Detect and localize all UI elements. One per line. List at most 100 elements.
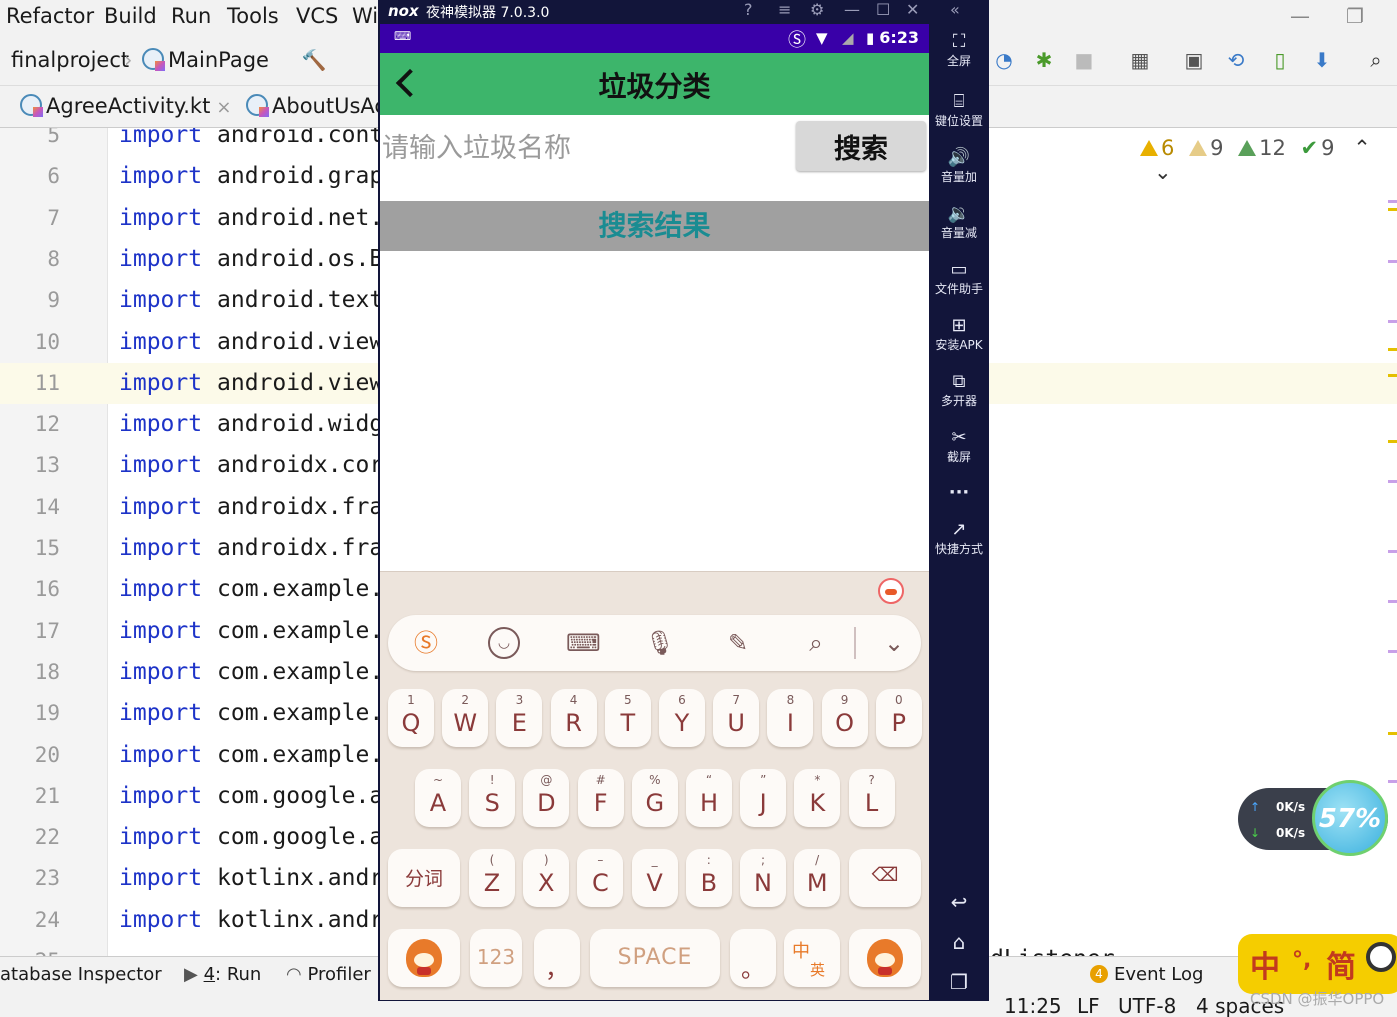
nox-sidebar-more[interactable]: ··· (929, 482, 989, 503)
sogou-logo-icon[interactable]: Ⓢ (410, 627, 442, 659)
key-w[interactable]: 2W (442, 689, 489, 747)
key-y[interactable]: 6Y (659, 689, 705, 747)
profiler-tab[interactable]: ◠ Profiler (286, 964, 371, 985)
key-n[interactable]: ; N (740, 849, 786, 907)
key-h[interactable]: “H (686, 769, 732, 827)
key-r[interactable]: 4R (550, 689, 597, 747)
collapse-sidebar-icon[interactable]: « (950, 0, 960, 19)
microphone-icon[interactable]: 🎙 (644, 627, 676, 659)
inspection-widget[interactable]: 6 9 12 ✔ 9 ⌃ ⌄ (1140, 136, 1397, 184)
emoji-icon[interactable]: ◡ (488, 627, 520, 659)
key-i[interactable]: 8I (767, 689, 814, 747)
key-q[interactable]: 1Q (388, 689, 434, 747)
number-key[interactable]: 123 (470, 929, 522, 987)
debug-icon[interactable]: ✱ (1030, 46, 1058, 74)
menu-icon[interactable]: ≡ (778, 0, 791, 19)
sync-icon[interactable]: ⟲ (1222, 46, 1250, 74)
avd-manager-icon[interactable]: ▣ (1180, 46, 1208, 74)
ime-simplified-mode[interactable]: 简 (1326, 942, 1356, 986)
menu-vcs[interactable]: VCS (296, 4, 338, 28)
file-encoding[interactable]: UTF-8 (1118, 994, 1176, 1017)
nox-sidebar-volume-up[interactable]: 🔊 音量加 (929, 148, 989, 185)
key-t[interactable]: 5T (604, 689, 651, 747)
event-log-tab[interactable]: 4 Event Log (1090, 964, 1203, 985)
breadcrumb-file[interactable]: MainPage (142, 48, 269, 72)
ime-chinese-mode[interactable]: 中 (1250, 942, 1280, 986)
nox-sidebar-volume-down[interactable]: 🔉 音量减 (929, 204, 989, 241)
error-stripe[interactable] (1388, 180, 1397, 960)
device-manager-icon[interactable]: ▯ (1266, 46, 1294, 74)
key-u[interactable]: 7U (713, 689, 760, 747)
key-l[interactable]: ? L (848, 769, 895, 827)
minimize-icon[interactable]: — (844, 0, 860, 19)
key-d[interactable]: @ D (523, 769, 570, 827)
database-inspector-tab[interactable]: atabase Inspector (0, 964, 162, 985)
menu-run[interactable]: Run (171, 4, 211, 28)
close-icon[interactable]: ✕ (906, 0, 919, 19)
tab-agree-activity[interactable]: AgreeActivity.kt × (20, 94, 231, 118)
space-key[interactable]: SPACE (590, 929, 720, 987)
chevron-down-icon[interactable]: ⌄ (1154, 160, 1172, 184)
key-z[interactable]: (Z (469, 849, 515, 907)
help-icon[interactable]: ? (744, 0, 753, 19)
project-structure-icon[interactable]: ▦ (1126, 46, 1154, 74)
minimize-icon[interactable]: — (1290, 4, 1310, 28)
period-key[interactable]: 。 (730, 929, 776, 987)
key-c[interactable]: – C (577, 849, 624, 907)
delete-key[interactable]: ⌫ (849, 849, 921, 907)
nox-sidebar-install-apk[interactable]: ⊞ 安装APK (929, 316, 989, 353)
android-recents-icon[interactable]: ❐ (929, 970, 989, 994)
segment-key[interactable]: 分词 (388, 849, 460, 907)
handwriting-icon[interactable]: ✎ (722, 627, 754, 659)
language-switch-key[interactable]: 中 英 (784, 929, 840, 987)
stop-icon[interactable]: ■ (1070, 46, 1098, 74)
run-tab[interactable]: ▶ 4: Run (184, 964, 261, 985)
close-tab-icon[interactable]: × (216, 97, 231, 118)
menu-build[interactable]: Build (104, 4, 157, 28)
restore-icon[interactable]: ❐ (1346, 4, 1364, 28)
key-j[interactable]: ” J (740, 769, 787, 827)
nox-sidebar-keymap[interactable]: ⌸ 键位设置 (929, 92, 989, 129)
key-b[interactable]: :B (685, 849, 732, 907)
profile-icon[interactable]: ◔ (990, 46, 1018, 74)
key-x[interactable]: ) X (523, 849, 570, 907)
tab-about-us[interactable]: AboutUsAc (246, 94, 386, 118)
nox-sidebar-fullscreen[interactable]: ⛶ 全屏 (929, 32, 989, 69)
ime-punct-mode[interactable]: °, (1292, 948, 1311, 973)
android-back-icon[interactable]: ↩ (929, 890, 989, 914)
comma-key[interactable]: ， (534, 929, 580, 987)
key-p[interactable]: 0P (875, 689, 922, 747)
nox-sidebar-multi-instance[interactable]: ⧉ 多开器 (929, 372, 989, 409)
key-e[interactable]: 3E (496, 689, 543, 747)
key-v[interactable]: _ V (631, 849, 678, 907)
search-input[interactable] (380, 120, 790, 176)
search-icon[interactable]: ⌕ (800, 627, 832, 659)
ime-status-bar[interactable]: 中 °, 简 (1238, 934, 1397, 994)
build-hammer-icon[interactable]: 🔨 (300, 46, 328, 74)
keyboard-layout-icon[interactable]: ⌨ (566, 627, 601, 659)
nox-sidebar-shortcut[interactable]: ↗ 快捷方式 (929, 520, 989, 557)
sdk-manager-icon[interactable]: ⬇ (1308, 46, 1336, 74)
settings-gear-icon[interactable]: ⚙ (810, 0, 824, 19)
android-home-icon[interactable]: ⌂ (929, 930, 989, 954)
key-a[interactable]: ~ A (415, 769, 461, 827)
key-m[interactable]: / M (794, 849, 841, 907)
chevron-up-icon[interactable]: ⌃ (1353, 136, 1371, 160)
line-ending[interactable]: LF (1077, 994, 1100, 1017)
search-icon[interactable]: ⌕ (1362, 46, 1390, 74)
maximize-icon[interactable]: ☐ (876, 0, 890, 19)
key-k[interactable]: * K (794, 769, 841, 827)
memory-usage-ball[interactable]: 57% (1312, 780, 1388, 856)
breadcrumb-project[interactable]: finalproject (11, 48, 129, 72)
nox-sidebar-screenshot[interactable]: ✂ 截屏 (929, 428, 989, 465)
collapse-keyboard-icon[interactable]: ⌄ (878, 627, 910, 659)
key-g[interactable]: % G (631, 769, 678, 827)
cursor-position[interactable]: 11:25 (1004, 994, 1062, 1017)
menu-refactor[interactable]: Refactor (6, 4, 94, 28)
key-f[interactable]: # F (577, 769, 624, 827)
key-o[interactable]: 9O (821, 689, 868, 747)
key-s[interactable]: ! S (469, 769, 516, 827)
keyboard-mascot-icon[interactable] (878, 578, 904, 604)
menu-window[interactable]: Wi (352, 4, 378, 28)
sticker-key[interactable] (849, 929, 921, 987)
